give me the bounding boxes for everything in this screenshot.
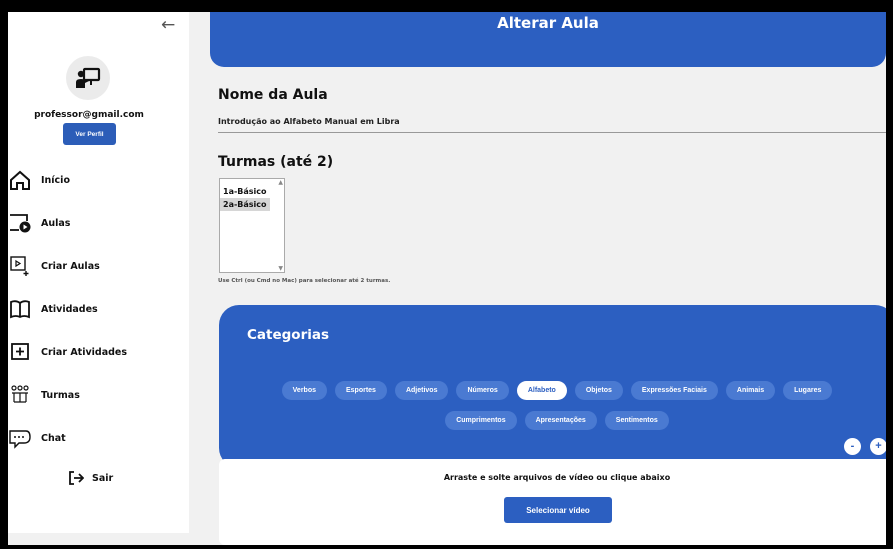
category-chip[interactable]: Adjetivos [394,381,449,400]
category-chip[interactable]: Expressões Faciais [630,381,718,400]
user-email: professor@gmail.com [34,110,144,120]
home-icon [8,168,32,192]
avatar [66,56,110,100]
sidebar-item-label: Atividades [41,303,98,315]
sidebar-item-label: Turmas [41,389,80,401]
categories-panel: Categorias Verbos Esportes Adjetivos Núm… [219,305,886,468]
sidebar-item-label: Chat [41,432,66,444]
classes-hint: Use Ctrl (ou Cmd no Mac) para selecionar… [218,278,391,284]
logout-button[interactable]: Sair [68,470,113,486]
scroll-up-icon[interactable]: ▲ [278,179,283,186]
category-chip[interactable]: Lugares [783,381,833,400]
category-chip[interactable]: Números [456,381,509,400]
class-option-selected[interactable]: 2a-Básico [220,198,270,211]
categories-row-1: Verbos Esportes Adjetivos Números Alfabe… [219,381,886,400]
category-chip[interactable]: Animais [725,381,776,400]
class-option[interactable]: 1a-Básico [220,185,284,198]
sidebar-item-criar-aulas[interactable]: Criar Aulas [8,253,100,279]
sidebar-item-atividades[interactable]: Atividades [8,296,98,322]
view-profile-button[interactable]: Ver Perfil [63,123,116,145]
add-square-icon [8,340,32,364]
categories-title: Categorias [247,327,329,343]
sidebar-item-criar-atividades[interactable]: Criar Atividades [8,339,127,365]
lesson-name-label: Nome da Aula [218,87,328,103]
video-upload-dropzone[interactable]: Arraste e solte arquivos de vídeo ou cli… [219,459,886,545]
app-window: ← professor@gmail.com Ver Perfil Início … [8,12,886,545]
add-video-icon [8,254,32,278]
sidebar-item-label: Criar Atividades [41,346,128,358]
logout-icon [69,471,84,485]
category-chip[interactable]: Apresentações [524,411,597,430]
category-chip[interactable]: Sentimentos [604,411,669,430]
lesson-name-input[interactable]: Introdução ao Alfabeto Manual em Libra [218,117,886,133]
next-categories-button[interactable]: + [870,438,886,455]
categories-row-2: Cumprimentos Apresentações Sentimentos [219,411,886,430]
upload-instructions: Arraste e solte arquivos de vídeo ou cli… [443,473,671,482]
category-chip[interactable]: Verbos [281,381,327,400]
category-chip[interactable]: Objetos [574,381,623,400]
sidebar-item-inicio[interactable]: Início [8,167,70,193]
category-chip-active[interactable]: Alfabeto [516,381,567,400]
select-video-button[interactable]: Selecionar vídeo [504,497,612,523]
page-header: Alterar Aula [210,12,886,67]
page-title: Alterar Aula [497,14,599,32]
group-icon [8,383,32,407]
chat-bubble-icon [8,426,32,450]
back-arrow-icon[interactable]: ← [161,15,175,35]
sidebar-item-turmas[interactable]: Turmas [8,382,80,408]
sidebar-item-aulas[interactable]: Aulas [8,210,70,236]
teacher-board-icon [76,67,101,88]
logout-label: Sair [92,472,114,484]
sidebar: ← professor@gmail.com Ver Perfil Início … [8,12,189,533]
classes-label: Turmas (até 2) [218,154,334,170]
previous-categories-button[interactable]: - [844,438,861,455]
sidebar-item-label: Aulas [41,217,71,229]
book-icon [8,297,32,321]
classes-multiselect[interactable]: 1a-Básico 2a-Básico ▲ ▼ [219,178,285,273]
video-lesson-icon [8,211,32,235]
sidebar-item-label: Criar Aulas [41,260,100,272]
sidebar-item-label: Início [41,174,70,186]
sidebar-item-chat[interactable]: Chat [8,425,66,451]
category-chip[interactable]: Cumprimentos [445,411,517,430]
category-chip[interactable]: Esportes [335,381,387,400]
scroll-down-icon[interactable]: ▼ [278,265,283,272]
